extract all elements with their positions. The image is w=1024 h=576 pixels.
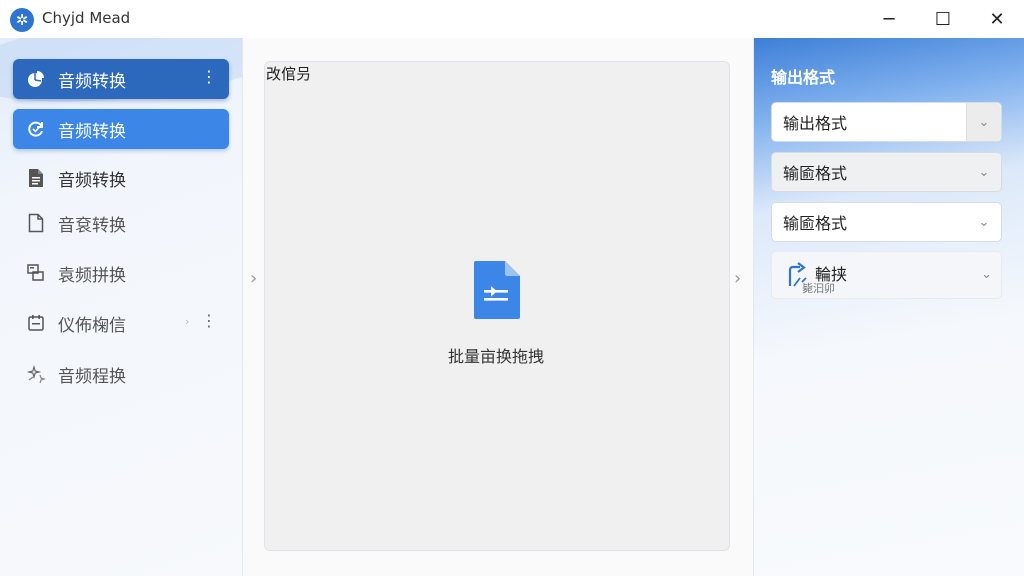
- collapse-right-chevron-icon[interactable]: ›: [734, 268, 741, 289]
- app-logo-icon: ✲: [10, 8, 34, 32]
- refresh-icon: [24, 117, 48, 141]
- document-icon: [24, 166, 48, 190]
- sidebar-item-label: 音频转换: [58, 121, 126, 142]
- chevron-down-icon: ⌄: [978, 164, 990, 180]
- panel-title: 改倌叧: [266, 65, 312, 83]
- app-title: Chyjd Mead: [42, 9, 131, 27]
- sidebar-item-audio-convert-6[interactable]: 仪佈椈信 › ⋮: [13, 303, 229, 343]
- file-icon: [24, 211, 48, 235]
- sidebar-item-audio-convert-7[interactable]: 音频程换: [13, 354, 229, 394]
- sidebar-item-label: 音频程换: [58, 366, 126, 387]
- convert-button[interactable]: 輪挟 毙汩卯 ⌄: [771, 251, 1002, 299]
- maximize-button[interactable]: ☐: [916, 0, 970, 38]
- title-bar: ✲ Chyjd Mead ─ ☐ ✕: [0, 0, 1024, 38]
- chevron-down-icon: ⌄: [978, 214, 990, 230]
- select-value: 输匬格式: [783, 164, 848, 183]
- sidebar-item-audio-convert-2[interactable]: 音频转换: [13, 109, 229, 149]
- sidebar-item-label: 音频转换: [58, 71, 126, 92]
- file-convert-icon: [472, 259, 522, 325]
- sidebar-item-audio-convert-4[interactable]: 音袞转换: [13, 203, 229, 243]
- sidebar-item-audio-convert-1[interactable]: 音频转换 ⋮: [13, 59, 229, 99]
- calendar-icon: [24, 311, 48, 335]
- format-select-3[interactable]: 输匬格式 ⌄: [771, 202, 1002, 242]
- sidebar-item-label: 音频转换: [58, 170, 126, 191]
- select-value: 输匬格式: [783, 214, 848, 233]
- drop-instruction-text: 批量亩换拖拽: [447, 347, 544, 366]
- gallery-icon: [24, 261, 48, 285]
- pie-chart-icon: [24, 67, 48, 91]
- chevron-down-icon: ⌄: [981, 267, 992, 282]
- close-button[interactable]: ✕: [970, 0, 1024, 38]
- chevron-right-icon: ›: [185, 315, 190, 328]
- more-options-icon[interactable]: ⋮: [201, 69, 217, 85]
- minimize-button[interactable]: ─: [862, 0, 916, 38]
- output-format-select[interactable]: 输出格式 ⌄: [771, 102, 1002, 142]
- more-options-icon[interactable]: ⋮: [201, 313, 217, 329]
- sidebar-item-label: 仪佈椈信: [58, 315, 126, 336]
- format-select-2[interactable]: 输匬格式 ⌄: [771, 152, 1002, 192]
- sidebar-item-label: 音袞转换: [58, 215, 126, 236]
- output-format-title: 输出格式: [771, 68, 836, 87]
- select-value: 输出格式: [783, 114, 848, 133]
- sparkle-icon: [24, 362, 48, 386]
- collapse-left-chevron-icon[interactable]: ›: [250, 268, 257, 289]
- convert-sublabel: 毙汩卯: [802, 282, 835, 295]
- sidebar-item-audio-convert-3[interactable]: 音频转换: [13, 158, 229, 198]
- sidebar-item-audio-convert-5[interactable]: 袁频拼换: [13, 253, 229, 293]
- sidebar-item-label: 袁频拼换: [58, 265, 126, 286]
- chevron-down-icon: ⌄: [966, 103, 1001, 141]
